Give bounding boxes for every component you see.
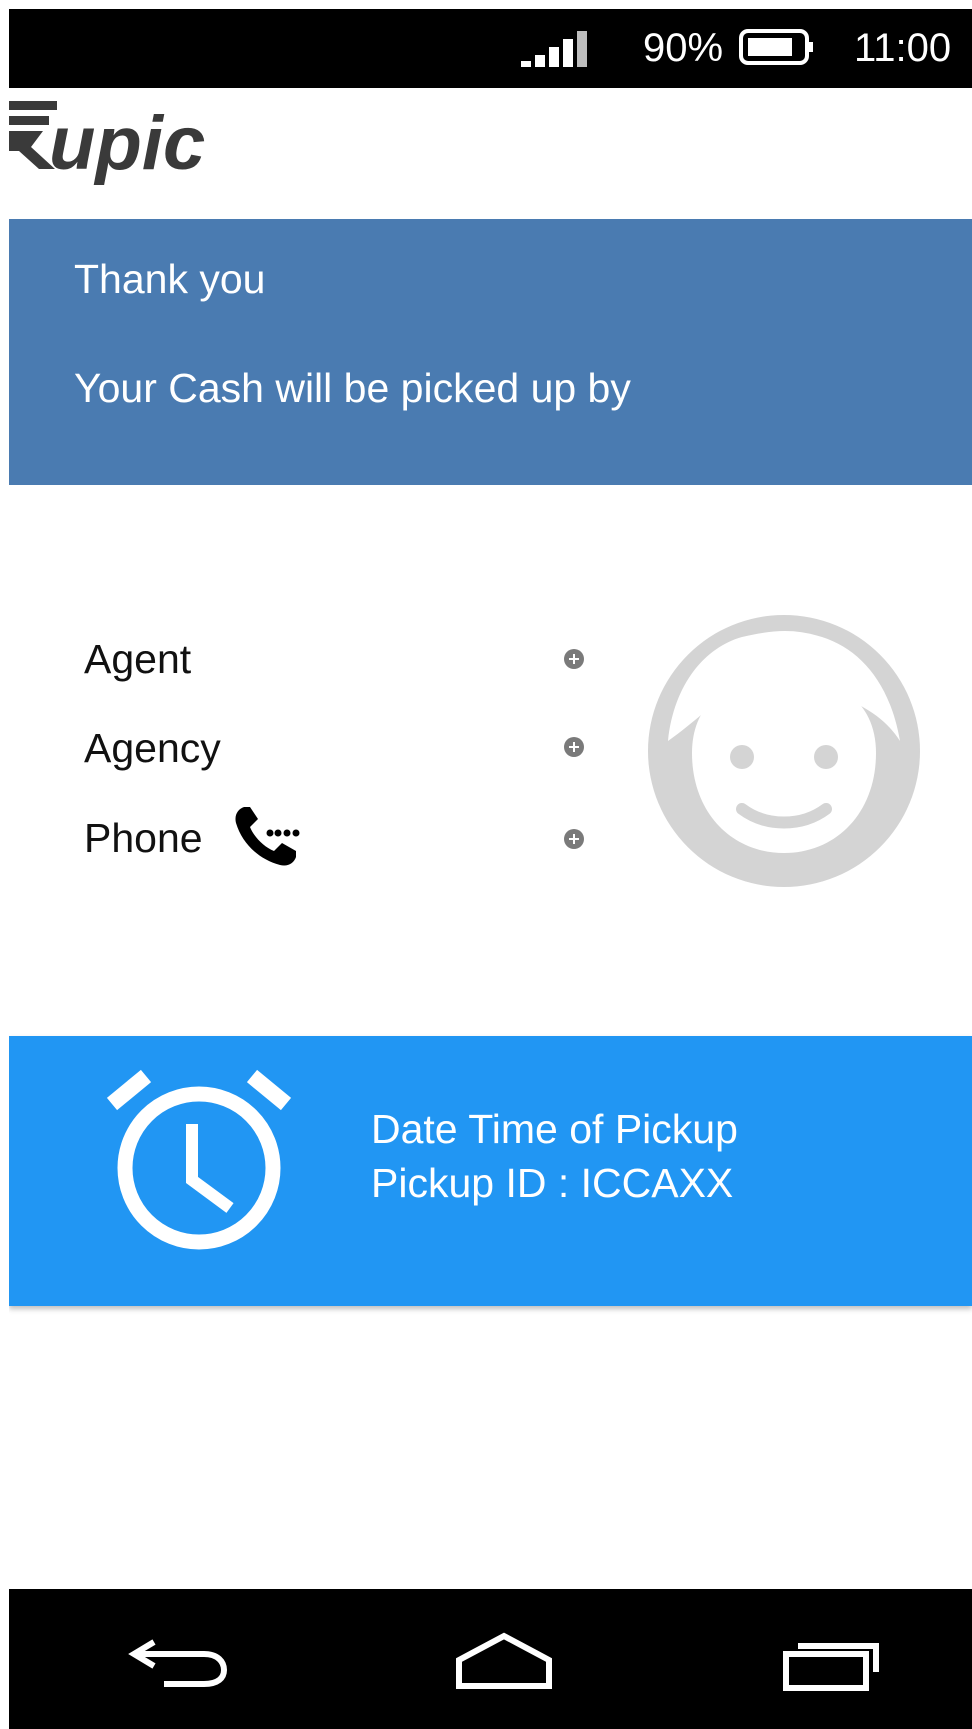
agent-add-icon[interactable] xyxy=(564,649,584,669)
recents-icon[interactable] xyxy=(774,1624,884,1694)
rupic-logo: upic xyxy=(9,101,205,186)
app-screen: 90% 11:00 upic Thank you Your Cash will … xyxy=(9,9,972,1729)
avatar-icon xyxy=(648,615,920,887)
signal-icon xyxy=(521,31,601,67)
navigation-bar xyxy=(9,1589,972,1729)
pickup-details-panel: Date Time of Pickup Pickup ID : ICCAXX xyxy=(9,1036,972,1306)
confirmation-banner: Thank you Your Cash will be picked up by xyxy=(9,219,972,485)
pickup-id: Pickup ID : ICCAXX xyxy=(371,1160,734,1206)
back-icon[interactable] xyxy=(124,1624,234,1694)
alarm-clock-icon xyxy=(106,1069,292,1250)
thank-you-text: Thank you xyxy=(74,256,266,302)
status-bar: 90% 11:00 xyxy=(9,9,972,88)
clock: 11:00 xyxy=(854,26,952,70)
pickup-datetime: Date Time of Pickup xyxy=(371,1106,738,1152)
agency-label: Agency xyxy=(84,725,221,771)
agent-label: Agent xyxy=(84,636,192,682)
home-icon[interactable] xyxy=(449,1624,559,1694)
phone-icon[interactable] xyxy=(234,805,302,869)
agency-add-icon[interactable] xyxy=(564,737,584,757)
svg-text:upic: upic xyxy=(49,101,205,186)
pickup-message: Your Cash will be picked up by xyxy=(74,365,631,411)
phone-label: Phone xyxy=(84,815,203,861)
battery-percent: 90% xyxy=(643,26,724,70)
phone-add-icon[interactable] xyxy=(564,829,584,849)
battery-icon xyxy=(739,29,813,65)
